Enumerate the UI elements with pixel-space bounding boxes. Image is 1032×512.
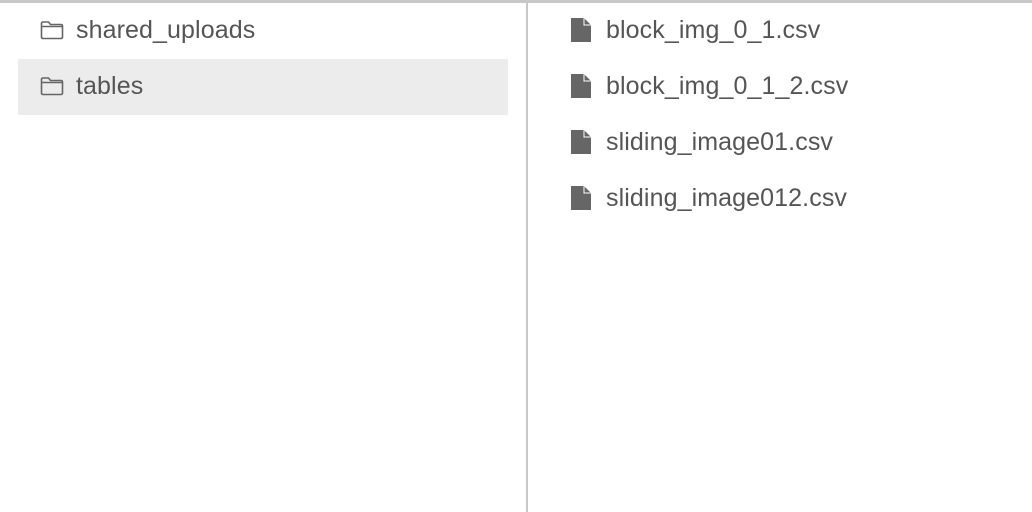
file-item[interactable]: block_img_0_1.csv: [570, 3, 1032, 59]
file-item[interactable]: sliding_image012.csv: [570, 171, 1032, 227]
file-label: block_img_0_1_2.csv: [606, 71, 849, 100]
folder-column: shared_uploads tables: [0, 3, 528, 512]
file-icon: [570, 129, 592, 155]
folder-item-shared-uploads[interactable]: shared_uploads: [18, 3, 508, 59]
folder-label: tables: [76, 71, 144, 100]
file-label: sliding_image01.csv: [606, 127, 834, 156]
folder-list: shared_uploads tables: [18, 3, 508, 115]
file-column: block_img_0_1.csv block_img_0_1_2.csv sl…: [530, 3, 1032, 512]
file-item[interactable]: sliding_image01.csv: [570, 115, 1032, 171]
file-list: block_img_0_1.csv block_img_0_1_2.csv sl…: [570, 3, 1032, 227]
file-label: sliding_image012.csv: [606, 183, 848, 212]
folder-icon: [40, 20, 64, 40]
file-label: block_img_0_1.csv: [606, 15, 821, 44]
folder-label: shared_uploads: [76, 15, 256, 44]
folder-icon: [40, 76, 64, 96]
file-icon: [570, 185, 592, 211]
file-icon: [570, 17, 592, 43]
folder-item-tables[interactable]: tables: [18, 59, 508, 115]
file-item[interactable]: block_img_0_1_2.csv: [570, 59, 1032, 115]
file-browser: shared_uploads tables block_img_0_1.csv …: [0, 0, 1032, 512]
file-icon: [570, 73, 592, 99]
